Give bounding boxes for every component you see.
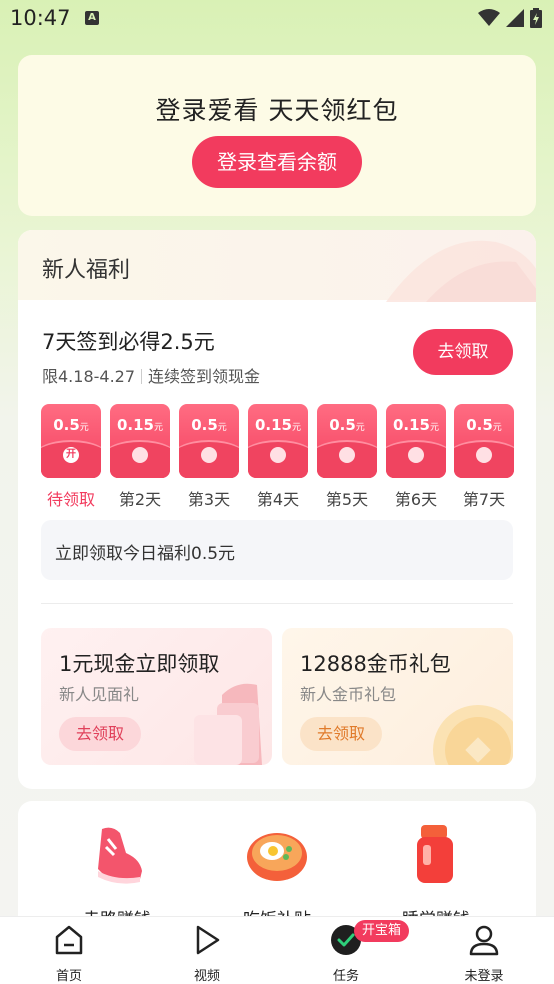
- seal-icon: [270, 447, 286, 463]
- separator: [141, 369, 143, 384]
- bottom-nav: 首页 视频 任务 未登录: [0, 916, 554, 984]
- day-amount: 0.5元: [329, 416, 365, 434]
- nav-label: 未登录: [464, 969, 504, 984]
- seal-icon: [339, 447, 355, 463]
- cash-envelope-icon: [194, 683, 262, 765]
- treasure-box-badge[interactable]: 开宝箱: [354, 920, 410, 942]
- red-envelope-icon: 0.5元: [454, 404, 514, 478]
- login-title: 登录爱看 天天领红包: [155, 96, 399, 125]
- decor-swoosh-icon: [386, 240, 536, 302]
- coin-gift-card[interactable]: 12888金币礼包 新人金币礼包 去领取: [282, 628, 513, 765]
- day-label: 第3天: [187, 490, 231, 509]
- newcomer-welfare-card: 新人福利 7天签到必得2.5元 限4.18-4.27 连续签到领现金 去领取 0.…: [18, 230, 536, 789]
- signal-icon: [506, 9, 524, 27]
- nav-home[interactable]: 首页: [24, 923, 114, 984]
- nav-label: 首页: [55, 969, 82, 984]
- gift-title: 1元现金立即领取: [59, 652, 220, 676]
- nav-label: 视频: [193, 969, 220, 984]
- red-envelope-icon: 0.15元: [110, 404, 170, 478]
- open-seal-icon: 开: [63, 447, 79, 463]
- day-amount: 0.15元: [254, 416, 302, 434]
- checkin-title: 7天签到必得2.5元: [42, 330, 215, 354]
- checkin-description: 连续签到领现金: [148, 367, 261, 386]
- play-icon: [196, 925, 220, 955]
- checkin-day[interactable]: 0.5元 第7天: [454, 404, 514, 509]
- welfare-title: 新人福利: [42, 258, 131, 283]
- gift-subtitle: 新人金币礼包: [300, 685, 397, 704]
- seal-icon: [132, 447, 148, 463]
- thermos-icon: [417, 825, 453, 883]
- status-icons: [478, 8, 542, 28]
- day-amount: 0.5元: [53, 416, 89, 434]
- status-time: 10:47: [10, 6, 71, 30]
- red-envelope-icon: 0.15元: [386, 404, 446, 478]
- wifi-icon: [478, 9, 500, 26]
- battery-icon: [530, 8, 542, 28]
- gift-subtitle: 新人见面礼: [59, 685, 140, 704]
- gift-claim-button[interactable]: 去领取: [59, 717, 141, 751]
- red-envelope-icon: 0.5元: [317, 404, 377, 478]
- day-label: 第2天: [118, 490, 162, 509]
- gift-claim-button[interactable]: 去领取: [300, 717, 382, 751]
- activity-sleep[interactable]: 睡觉赚钱: [366, 819, 506, 930]
- checkin-day[interactable]: 0.5元 第3天: [179, 404, 239, 509]
- checkin-subtitle: 限4.18-4.27 连续签到领现金: [42, 363, 260, 387]
- home-icon: [55, 925, 83, 955]
- nav-profile[interactable]: 未登录: [439, 923, 529, 984]
- red-envelope-icon: 0.5元 开: [41, 404, 101, 478]
- day-label: 待领取: [46, 490, 95, 509]
- notification-icon: A: [85, 11, 99, 25]
- checkin-day[interactable]: 0.15元 第2天: [110, 404, 170, 509]
- day-label: 第6天: [394, 490, 438, 509]
- seal-icon: [201, 447, 217, 463]
- nav-label: 任务: [332, 969, 359, 984]
- status-bar: 10:47 A: [0, 0, 554, 38]
- divider: [41, 603, 513, 604]
- day-label: 第5天: [325, 490, 369, 509]
- cash-gift-card[interactable]: 1元现金立即领取 新人见面礼 去领取: [41, 628, 272, 765]
- sneaker-icon: [98, 827, 142, 884]
- today-welfare-text: 立即领取今日福利0.5元: [55, 544, 236, 564]
- gold-coin-icon: [433, 705, 513, 765]
- activity-meal[interactable]: 吃饭补贴: [207, 819, 347, 930]
- user-icon: [469, 925, 499, 956]
- checkin-day[interactable]: 0.15元 第4天: [248, 404, 308, 509]
- red-envelope-icon: 0.15元: [248, 404, 308, 478]
- checkin-date-range: 限4.18-4.27: [42, 367, 136, 386]
- checkin-day[interactable]: 0.5元 第5天: [317, 404, 377, 509]
- checkin-claim-button[interactable]: 去领取: [413, 329, 513, 375]
- gift-title: 12888金币礼包: [300, 652, 451, 676]
- day-amount: 0.15元: [392, 416, 440, 434]
- day-label: 第7天: [462, 490, 506, 509]
- seal-icon: [476, 447, 492, 463]
- welfare-header: 新人福利: [18, 230, 536, 302]
- day-amount: 0.15元: [116, 416, 164, 434]
- checkin-day[interactable]: 0.5元 开 待领取: [41, 404, 101, 509]
- checkin-days: 0.5元 开 待领取 0.15元 第2天 0.5元 第3天 0.15元 第4天 …: [41, 404, 521, 514]
- nav-video[interactable]: 视频: [162, 923, 252, 984]
- meal-bowl-icon: [247, 833, 307, 881]
- checkin-day[interactable]: 0.15元 第6天: [386, 404, 446, 509]
- day-amount: 0.5元: [191, 416, 227, 434]
- day-amount: 0.5元: [466, 416, 502, 434]
- seal-icon: [408, 447, 424, 463]
- today-welfare-bar[interactable]: 立即领取今日福利0.5元: [41, 520, 513, 580]
- login-card: 登录爱看 天天领红包 登录查看余额: [18, 55, 536, 216]
- red-envelope-icon: 0.5元: [179, 404, 239, 478]
- day-label: 第4天: [256, 490, 300, 509]
- login-button[interactable]: 登录查看余额: [192, 136, 362, 188]
- activity-card: 走路赚钱 吃饭补贴 睡觉赚钱: [18, 801, 536, 931]
- activity-walk[interactable]: 走路赚钱: [47, 819, 187, 930]
